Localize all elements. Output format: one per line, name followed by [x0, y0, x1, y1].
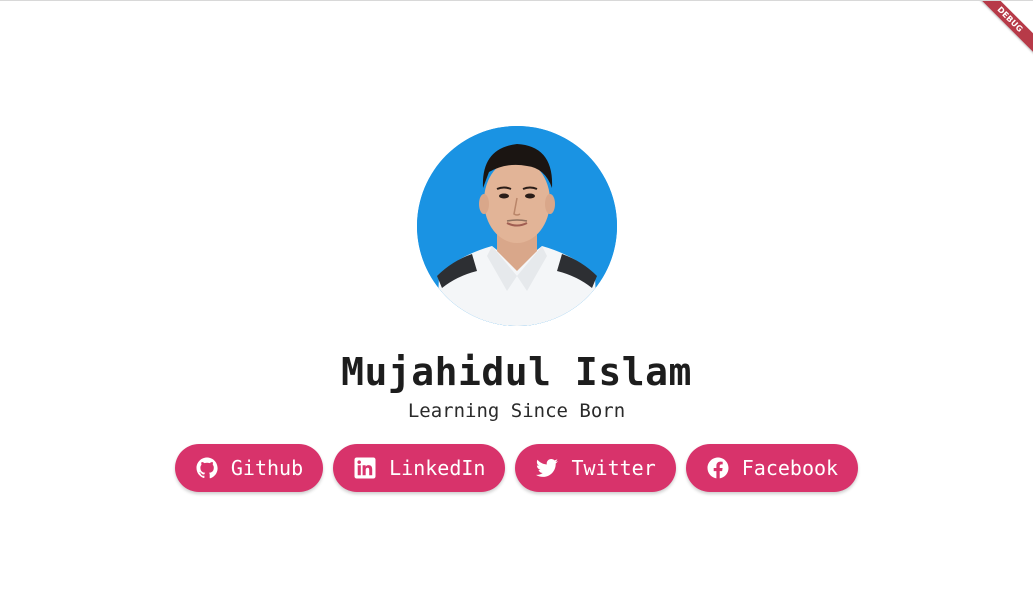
linkedin-button-label: LinkedIn — [389, 456, 486, 480]
profile-tagline: Learning Since Born — [407, 400, 626, 422]
twitter-button-label: Twitter — [571, 456, 656, 480]
profile-name: Mujahidul Islam — [341, 350, 692, 394]
twitter-button[interactable]: Twitter — [515, 444, 676, 492]
avatar — [416, 126, 617, 326]
linkedin-icon — [353, 456, 377, 480]
avatar-photo — [416, 126, 617, 326]
github-button-label: Github — [230, 456, 304, 480]
github-icon — [195, 456, 219, 480]
social-links: Github LinkedIn Twitter Facebook — [174, 444, 859, 492]
facebook-icon — [706, 456, 730, 480]
linkedin-button[interactable]: LinkedIn — [333, 444, 506, 492]
debug-banner: DEBUG — [973, 1, 1033, 61]
app-window: DEBUG Mujahidul Islam Learning Since Bor… — [0, 0, 1033, 614]
debug-ribbon-label: DEBUG — [973, 1, 1033, 56]
github-button[interactable]: Github — [174, 444, 324, 492]
profile-card: Mujahidul Islam Learning Since Born Gith… — [0, 126, 1033, 492]
twitter-icon — [535, 456, 559, 480]
facebook-button[interactable]: Facebook — [685, 444, 859, 492]
facebook-button-label: Facebook — [741, 456, 839, 480]
